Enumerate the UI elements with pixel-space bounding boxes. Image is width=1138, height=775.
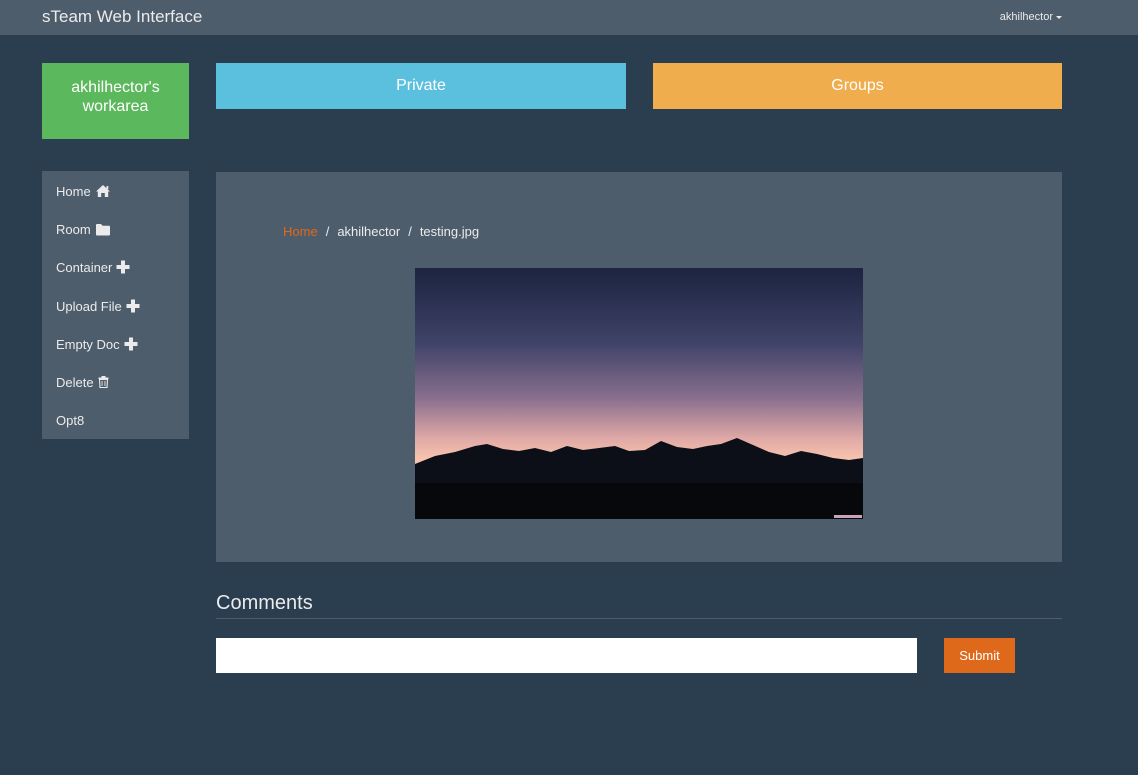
sidebar-item-delete[interactable]: Delete (56, 373, 109, 391)
breadcrumb-file: testing.jpg (419, 224, 480, 239)
plus-icon (116, 260, 130, 274)
groups-tile[interactable]: Groups (653, 63, 1062, 109)
sidebar-item-label: Opt8 (56, 412, 85, 428)
sidebar-item-label: Delete (56, 374, 94, 390)
comments-heading: Comments (216, 592, 313, 614)
sidebar-item-label: Room (56, 221, 91, 237)
breadcrumb-separator: / (325, 224, 330, 239)
breadcrumb-separator: / (408, 224, 412, 239)
home-icon (95, 185, 110, 197)
sidebar-item-upload-file[interactable]: Upload File (56, 297, 140, 315)
comment-input[interactable] (216, 638, 917, 673)
sidebar-item-empty-doc[interactable]: Empty Doc (56, 335, 138, 353)
private-tile[interactable]: Private (216, 63, 626, 109)
comments-divider (216, 618, 1062, 619)
breadcrumb: Home / akhilhector / testing.jpg (283, 224, 479, 239)
sidebar-item-label: Home (56, 183, 91, 199)
sidebar-item-container[interactable]: Container (56, 258, 130, 276)
submit-button[interactable]: Submit (944, 638, 1015, 673)
workarea-tile[interactable]: akhilhector's workarea (42, 63, 189, 139)
plus-icon (126, 299, 140, 313)
sidebar-item-home[interactable]: Home (56, 182, 111, 200)
sidebar-menu: Home Room Container Upload File Empty Do… (42, 171, 189, 439)
top-navbar: sTeam Web Interface akhilhector (0, 0, 1138, 35)
sidebar-item-label: Container (56, 259, 113, 275)
app-brand[interactable]: sTeam Web Interface (42, 7, 202, 27)
groups-tile-label: Groups (831, 77, 884, 94)
user-name: akhilhector (999, 11, 1053, 23)
caret-down-icon (1056, 16, 1062, 19)
folder-icon (95, 223, 110, 235)
plus-icon (124, 337, 138, 351)
breadcrumb-user: akhilhector (337, 224, 401, 239)
sidebar-item-label: Empty Doc (56, 336, 120, 352)
user-menu-dropdown[interactable]: akhilhector (1000, 11, 1062, 23)
main-content-panel: Home / akhilhector / testing.jpg (216, 172, 1062, 562)
image-preview (415, 268, 863, 519)
private-tile-label: Private (396, 77, 446, 94)
sidebar-item-label: Upload File (56, 298, 122, 314)
sidebar-item-room[interactable]: Room (56, 220, 111, 238)
sidebar-item-opt8[interactable]: Opt8 (56, 411, 84, 429)
trash-icon (98, 376, 109, 388)
breadcrumb-home-link[interactable]: Home (283, 224, 318, 239)
